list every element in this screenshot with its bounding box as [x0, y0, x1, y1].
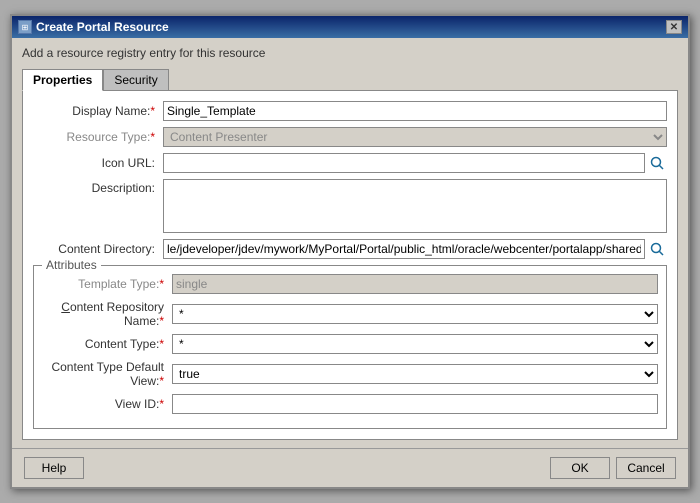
attributes-group: Attributes Template Type:* Content Repos… [33, 265, 667, 429]
content-directory-input[interactable] [163, 239, 645, 259]
content-directory-label: Content Directory: [33, 242, 163, 256]
title-bar: ⊞ Create Portal Resource ✕ [12, 16, 688, 38]
resource-type-row: Resource Type:* Content Presenter [33, 127, 667, 147]
cancel-button[interactable]: Cancel [616, 457, 676, 479]
view-id-label: View ID:* [42, 397, 172, 411]
dialog-title: Create Portal Resource [36, 20, 169, 34]
display-name-label: Display Name:* [33, 104, 163, 118]
template-type-label: Template Type:* [42, 277, 172, 291]
search-icon [649, 241, 665, 257]
footer-actions: OK Cancel [550, 457, 676, 479]
help-button[interactable]: Help [24, 457, 84, 479]
dialog-body: Add a resource registry entry for this r… [12, 38, 688, 448]
tab-properties[interactable]: Properties [22, 69, 103, 91]
content-repo-select[interactable]: * [172, 304, 658, 324]
dialog-subtitle: Add a resource registry entry for this r… [22, 46, 678, 60]
view-id-input[interactable] [172, 394, 658, 414]
description-row: Description: [33, 179, 667, 233]
view-id-row: View ID:* [42, 394, 658, 414]
icon-url-row: Icon URL: [33, 153, 667, 173]
attributes-legend: Attributes [42, 258, 101, 272]
tabs: Properties Security [22, 68, 678, 90]
content-type-default-view-row: Content Type Default View:* true false [42, 360, 658, 388]
content-directory-search-button[interactable] [647, 239, 667, 259]
template-type-row: Template Type:* [42, 274, 658, 294]
content-repo-row: Content Repository Name:* * [42, 300, 658, 328]
resource-type-select: Content Presenter [163, 127, 667, 147]
display-name-row: Display Name:* [33, 101, 667, 121]
template-type-input [172, 274, 658, 294]
dialog-footer: Help OK Cancel [12, 448, 688, 487]
icon-url-input[interactable] [163, 153, 645, 173]
display-name-input[interactable] [163, 101, 667, 121]
resource-type-input-group: Content Presenter [163, 127, 667, 147]
title-bar-left: ⊞ Create Portal Resource [18, 20, 169, 34]
close-button[interactable]: ✕ [666, 20, 682, 34]
create-portal-resource-dialog: ⊞ Create Portal Resource ✕ Add a resourc… [10, 14, 690, 489]
content-type-label: Content Type:* [42, 337, 172, 351]
icon-url-input-group [163, 153, 667, 173]
content-type-default-view-select[interactable]: true false [172, 364, 658, 384]
description-textarea[interactable] [163, 179, 667, 233]
icon-url-label: Icon URL: [33, 156, 163, 170]
search-icon [649, 155, 665, 171]
resource-type-label: Resource Type:* [33, 130, 163, 144]
tab-content-properties: Display Name:* Resource Type:* Content P… [22, 90, 678, 440]
description-label: Description: [33, 179, 163, 195]
icon-url-search-button[interactable] [647, 153, 667, 173]
content-directory-row: Content Directory: [33, 239, 667, 259]
content-type-default-view-label: Content Type Default View:* [42, 360, 172, 388]
content-directory-input-group [163, 239, 667, 259]
ok-button[interactable]: OK [550, 457, 610, 479]
content-type-row: Content Type:* * [42, 334, 658, 354]
dialog-icon: ⊞ [18, 20, 32, 34]
tab-security[interactable]: Security [103, 69, 168, 91]
content-type-select[interactable]: * [172, 334, 658, 354]
content-repo-label: Content Repository Name:* [42, 300, 172, 328]
